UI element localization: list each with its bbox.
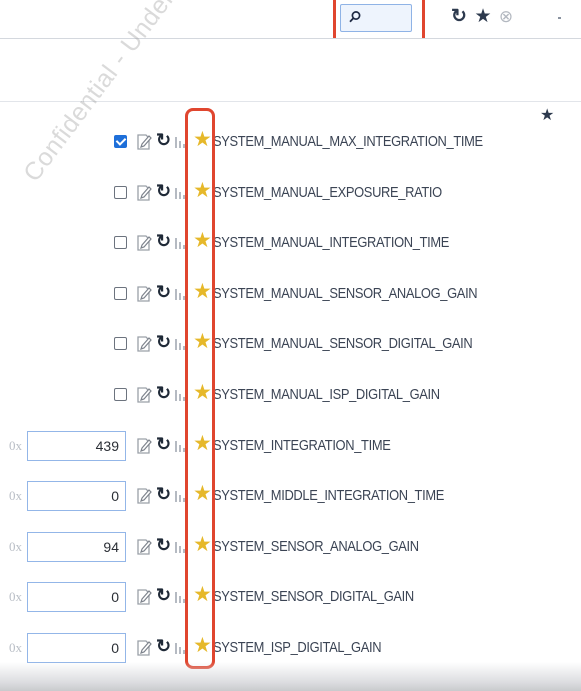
refresh-icon[interactable]: ↻ — [156, 535, 171, 555]
refresh-icon[interactable]: ↻ — [156, 636, 171, 656]
refresh-icon[interactable]: ↻ — [156, 434, 171, 454]
parameter-row: 0x↻★SYSTEM_INTEGRATION_TIME — [0, 427, 581, 467]
edit-icon[interactable] — [136, 131, 152, 151]
hex-prefix: 0x — [9, 538, 22, 554]
refresh-icon[interactable]: ↻ — [156, 282, 171, 302]
parameter-row: ↻ ★ SYSTEM_MANUAL_INTEGRATION_TIME — [0, 224, 581, 264]
parameter-name: SYSTEM_ISP_DIGITAL_GAIN — [213, 639, 382, 656]
close-icon[interactable]: ⊗ — [497, 7, 515, 27]
menu-dot — [558, 17, 561, 19]
star-icon[interactable]: ★ — [474, 7, 492, 27]
refresh-icon[interactable]: ↻ — [156, 181, 171, 201]
parameter-name: SYSTEM_MANUAL_SENSOR_ANALOG_GAIN — [213, 284, 478, 302]
edit-icon[interactable] — [136, 485, 152, 505]
hex-prefix: 0x — [9, 589, 22, 605]
parameter-row: 0x↻★SYSTEM_MIDDLE_INTEGRATION_TIME — [0, 477, 581, 517]
parameter-value-input[interactable] — [27, 582, 126, 613]
parameter-checkbox[interactable] — [114, 337, 127, 351]
hex-prefix: 0x — [9, 640, 22, 655]
edit-icon[interactable] — [136, 333, 152, 353]
subheader: ★ — [0, 39, 581, 124]
parameter-row: ↻ ★ SYSTEM_MANUAL_MAX_INTEGRATION_TIME — [0, 123, 581, 163]
star-column-highlight-box — [185, 108, 215, 669]
parameter-panel: ↻ ★ ⊗ ★ ↻ ★ SYSTEM_MANUAL_MAX_INTEGRATION_… — [0, 0, 581, 691]
parameter-row: 0x↻★SYSTEM_SENSOR_ANALOG_GAIN — [0, 528, 581, 568]
edit-icon[interactable] — [136, 182, 152, 202]
refresh-icon[interactable]: ↻ — [156, 231, 171, 251]
edit-icon[interactable] — [136, 637, 152, 657]
edit-icon[interactable] — [136, 384, 152, 404]
parameter-checkbox[interactable] — [114, 135, 127, 148]
hex-prefix: 0x — [9, 488, 22, 504]
parameter-name: SYSTEM_MANUAL_INTEGRATION_TIME — [213, 234, 450, 252]
parameter-row: ↻ ★ SYSTEM_MANUAL_SENSOR_ANALOG_GAIN — [0, 275, 581, 315]
edit-icon[interactable] — [136, 435, 152, 455]
edit-icon[interactable] — [136, 536, 152, 556]
edit-icon[interactable] — [136, 586, 152, 606]
toolbar: ↻ ★ ⊗ — [0, 0, 581, 38]
refresh-icon[interactable]: ↻ — [156, 332, 171, 352]
divider — [0, 101, 581, 102]
parameter-name: SYSTEM_MANUAL_ISP_DIGITAL_GAIN — [213, 386, 440, 403]
refresh-icon[interactable]: ↻ — [156, 383, 171, 403]
parameter-name: SYSTEM_MANUAL_EXPOSURE_RATIO — [213, 183, 442, 201]
hex-prefix: 0x — [9, 437, 22, 453]
parameter-row: 0x↻★SYSTEM_SENSOR_DIGITAL_GAIN — [0, 578, 581, 618]
parameter-name: SYSTEM_MIDDLE_INTEGRATION_TIME — [213, 487, 445, 505]
parameter-name: SYSTEM_SENSOR_ANALOG_GAIN — [213, 537, 419, 555]
parameter-row: ↻ ★ SYSTEM_MANUAL_SENSOR_DIGITAL_GAIN — [0, 325, 581, 365]
bottom-shadow — [0, 662, 581, 691]
refresh-icon[interactable]: ↻ — [156, 130, 171, 150]
parameter-checkbox[interactable] — [114, 236, 127, 250]
parameter-name: SYSTEM_MANUAL_SENSOR_DIGITAL_GAIN — [213, 335, 473, 353]
parameter-checkbox[interactable] — [114, 286, 127, 300]
parameter-value-input[interactable] — [27, 633, 126, 663]
parameter-checkbox[interactable] — [114, 388, 127, 401]
refresh-icon[interactable]: ↻ — [156, 484, 171, 504]
parameter-value-input[interactable] — [27, 531, 126, 562]
parameter-value-input[interactable] — [27, 430, 126, 461]
refresh-icon[interactable]: ↻ — [450, 7, 468, 27]
parameter-row: ↻ ★ SYSTEM_MANUAL_EXPOSURE_RATIO — [0, 174, 581, 214]
parameter-row: ↻ ★ SYSTEM_MANUAL_ISP_DIGITAL_GAIN — [0, 376, 581, 416]
parameter-name: SYSTEM_MANUAL_MAX_INTEGRATION_TIME — [213, 133, 483, 150]
edit-icon[interactable] — [136, 232, 152, 252]
parameter-checkbox[interactable] — [114, 185, 127, 199]
parameter-name: SYSTEM_INTEGRATION_TIME — [213, 436, 391, 454]
edit-icon[interactable] — [136, 283, 152, 303]
parameter-name: SYSTEM_SENSOR_DIGITAL_GAIN — [213, 588, 414, 606]
parameter-value-input[interactable] — [27, 481, 126, 512]
refresh-icon[interactable]: ↻ — [156, 585, 171, 605]
favorites-star-icon[interactable]: ★ — [540, 105, 554, 125]
